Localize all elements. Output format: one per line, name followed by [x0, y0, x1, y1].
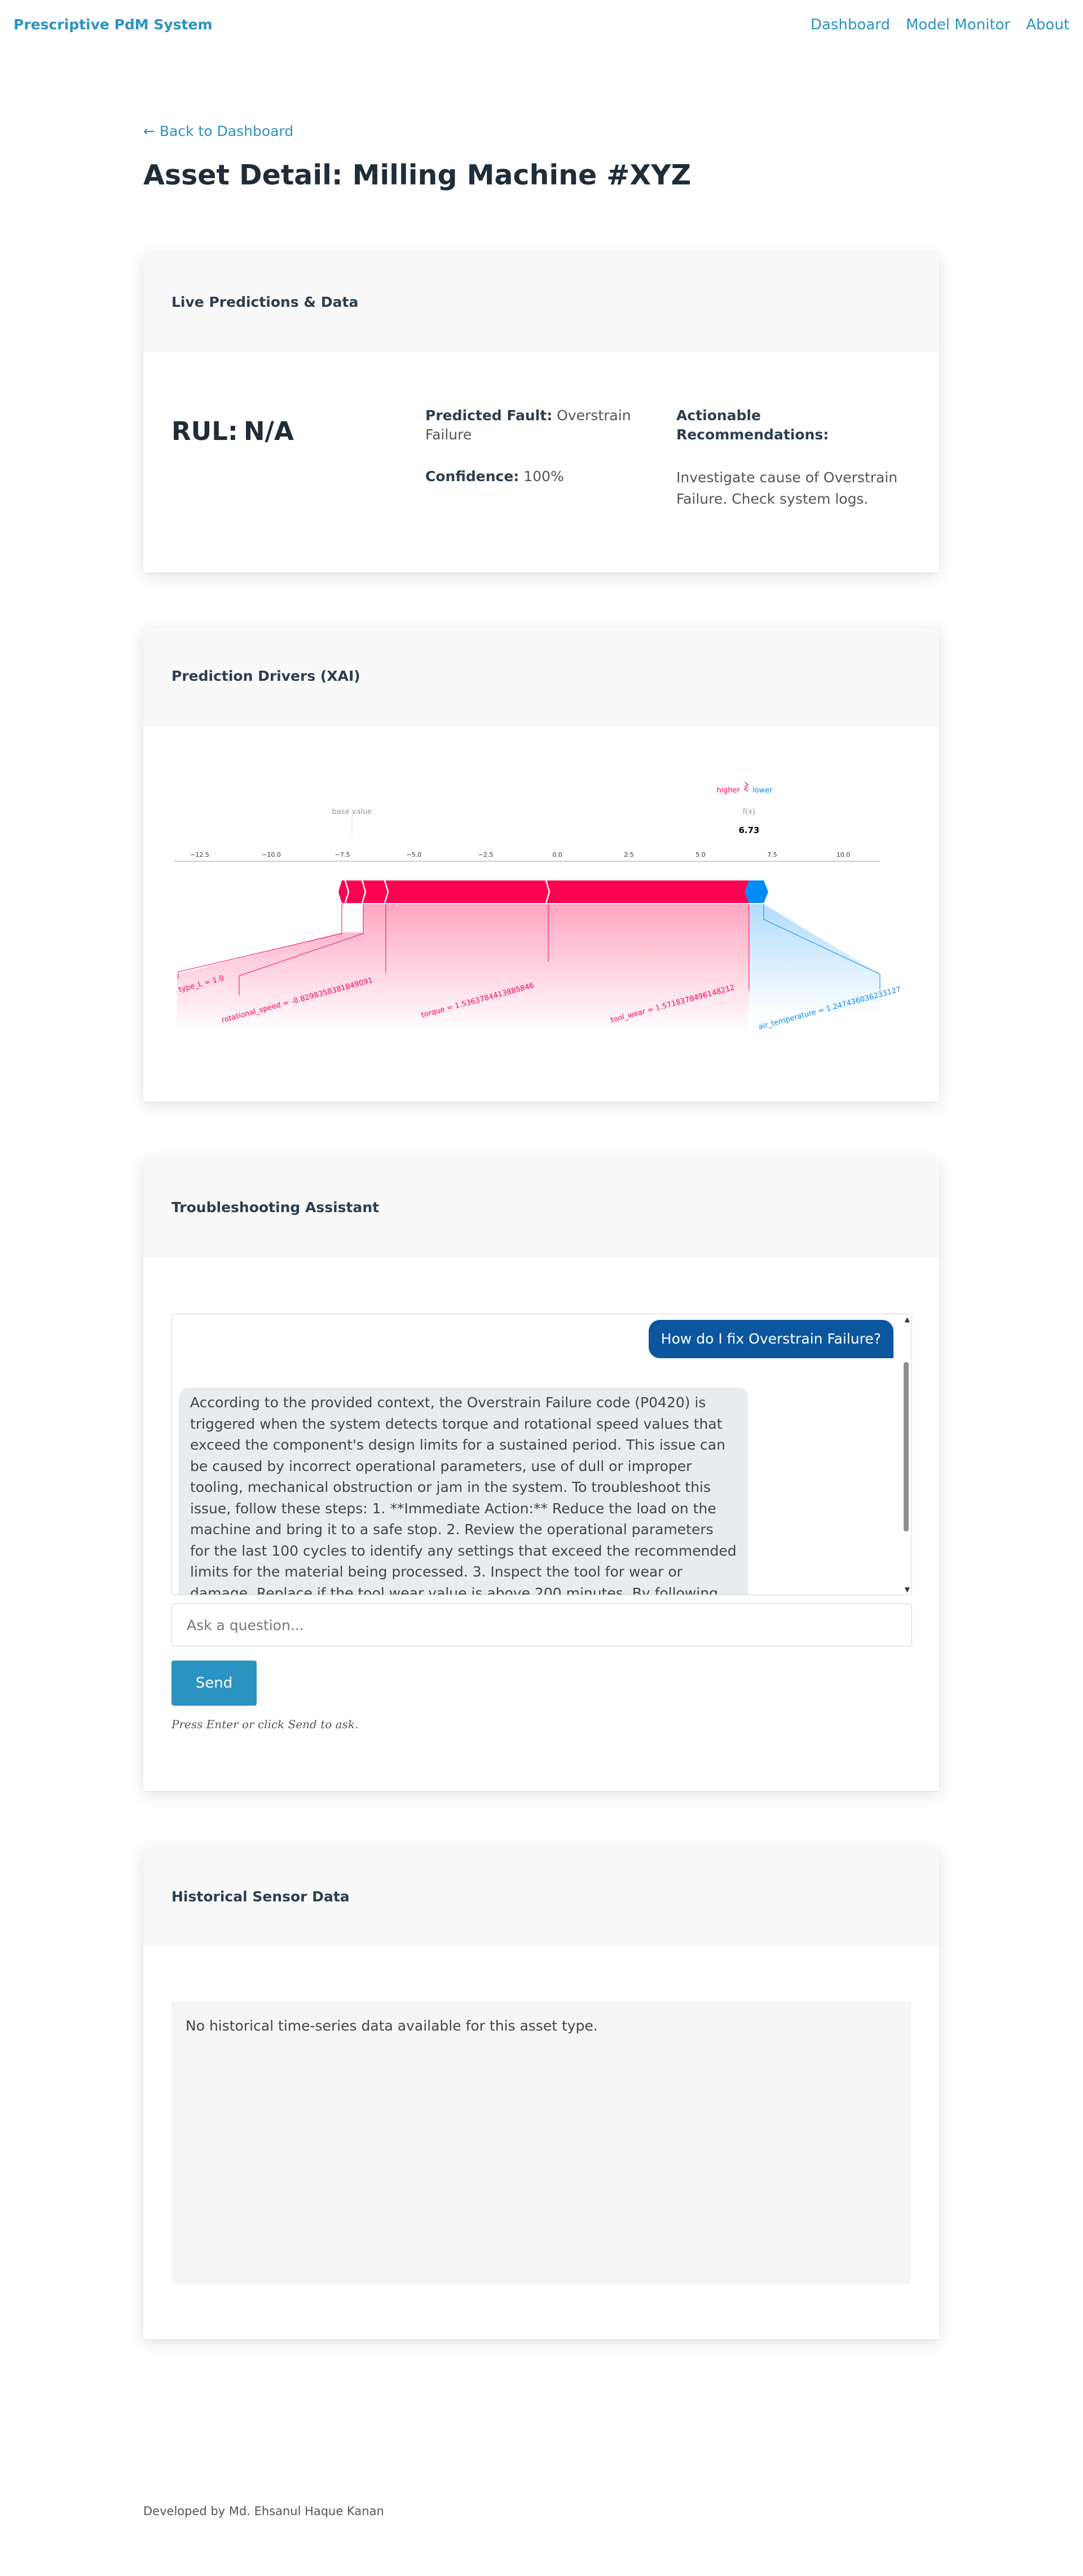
troubleshooting-assistant-card: Troubleshooting Assistant How do I fix O…	[143, 1159, 939, 1791]
rul-display: RUL: N/A	[171, 416, 294, 446]
axis-tick-label: −5.0	[407, 851, 422, 858]
input-hint: Press Enter or click Send to ask.	[171, 1718, 359, 1731]
user-message-bubble: How do I fix Overstrain Failure?	[648, 1320, 893, 1358]
recommendations-text: Investigate cause of Overstrain Failure.…	[676, 469, 898, 507]
fx-label: f(x)	[743, 808, 755, 816]
axis-tick-label: 0.0	[552, 851, 562, 858]
question-input[interactable]	[171, 1604, 912, 1646]
recommendations: Actionable Recommendations: Investigate …	[676, 406, 902, 510]
confidence: Confidence: 100%	[425, 467, 662, 486]
top-navbar: Prescriptive PdM System Dashboard Model …	[0, 0, 1083, 51]
assistant-message-bubble: According to the provided context, the O…	[179, 1388, 748, 1595]
shap-force-plot: higher lower base value f(x) 6.73 −12.5 …	[174, 782, 902, 1032]
chat-history[interactable]: How do I fix Overstrain Failure? Accordi…	[171, 1314, 912, 1595]
axis-tick-label: −7.5	[335, 851, 350, 858]
predicted-fault: Predicted Fault: Overstrain Failure	[425, 406, 662, 444]
card-header: Historical Sensor Data	[143, 1848, 939, 1946]
negative-force-bar	[745, 880, 768, 903]
chat-scrollbar[interactable]: ▲ ▼	[900, 1314, 912, 1595]
nav-links: Dashboard Model Monitor About	[811, 16, 1069, 33]
card-title: Troubleshooting Assistant	[171, 1199, 380, 1216]
legend-lower-label: lower	[752, 786, 773, 795]
confidence-value: 100%	[523, 468, 564, 485]
axis-ticks: −12.5 −10.0 −7.5 −5.0 −2.5 0.0 2.5 5.0 7…	[190, 851, 850, 858]
predicted-fault-label: Predicted Fault:	[425, 407, 553, 424]
card-title: Live Predictions & Data	[171, 294, 359, 310]
recommendations-title: Actionable Recommendations:	[676, 407, 829, 443]
nav-link-dashboard[interactable]: Dashboard	[811, 16, 890, 33]
fx-value: 6.73	[738, 825, 759, 835]
axis-tick-label: −2.5	[478, 851, 494, 858]
history-chart-area: No historical time-series data available…	[171, 2002, 911, 2284]
scroll-up-icon[interactable]: ▲	[905, 1316, 910, 1323]
legend-higher-lower-icon	[743, 782, 749, 792]
card-header: Live Predictions & Data	[143, 254, 939, 351]
live-predictions-card: Live Predictions & Data RUL: N/A Predicte…	[143, 254, 939, 573]
confidence-label: Confidence:	[425, 468, 520, 485]
rul-value: N/A	[243, 416, 294, 446]
card-title: Prediction Drivers (XAI)	[171, 668, 360, 684]
prediction-details: Predicted Fault: Overstrain Failure Conf…	[425, 406, 662, 509]
nav-link-about[interactable]: About	[1026, 16, 1069, 33]
card-header: Prediction Drivers (XAI)	[143, 628, 939, 725]
axis-tick-label: 7.5	[767, 851, 777, 858]
back-to-dashboard-link[interactable]: ← Back to Dashboard	[143, 123, 293, 139]
base-value-label: base value	[332, 808, 372, 816]
page-title: Asset Detail: Milling Machine #XYZ	[143, 159, 692, 191]
rul-label: RUL:	[171, 416, 238, 446]
no-data-message: No historical time-series data available…	[186, 2018, 598, 2034]
brand-logo-link[interactable]: Prescriptive PdM System	[14, 16, 213, 33]
footer-credit: Developed by Md. Ehsanul Haque Kanan	[143, 2504, 384, 2518]
positive-force-bar	[338, 880, 749, 903]
scrollbar-thumb[interactable]	[904, 1362, 909, 1531]
prediction-drivers-card: Prediction Drivers (XAI) higher lower ba…	[143, 628, 939, 1102]
axis-tick-label: −10.0	[262, 851, 281, 858]
send-button[interactable]: Send	[171, 1661, 257, 1706]
scroll-down-icon[interactable]: ▼	[905, 1586, 910, 1593]
axis-tick-label: −12.5	[190, 851, 209, 858]
axis-tick-label: 10.0	[837, 851, 851, 858]
historical-sensor-data-card: Historical Sensor Data No historical tim…	[143, 1848, 939, 2339]
axis-tick-label: 2.5	[624, 851, 634, 858]
nav-link-model-monitor[interactable]: Model Monitor	[906, 16, 1010, 33]
legend-higher-label: higher	[716, 786, 740, 795]
card-header: Troubleshooting Assistant	[143, 1159, 939, 1257]
card-title: Historical Sensor Data	[171, 1888, 350, 1905]
axis-tick-label: 5.0	[695, 851, 706, 858]
